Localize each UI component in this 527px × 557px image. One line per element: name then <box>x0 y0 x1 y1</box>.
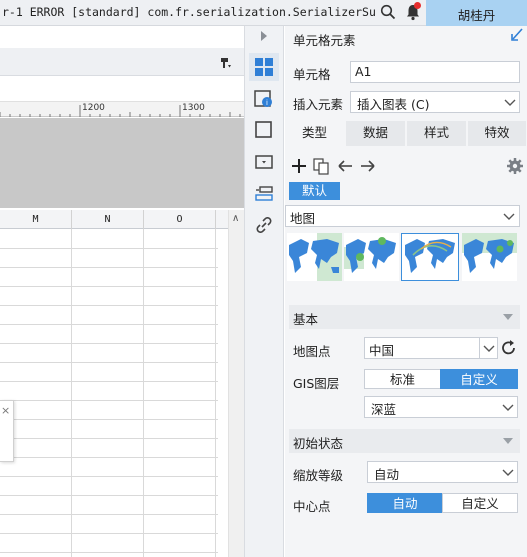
canvas-margin <box>0 118 244 208</box>
gis-style-value: 深蓝 <box>371 402 397 417</box>
move-right-icon[interactable] <box>359 157 377 175</box>
section-init-header[interactable]: 初始状态 <box>289 429 520 453</box>
map-thumbnail-point[interactable] <box>344 233 399 281</box>
section-init-title: 初始状态 <box>293 436 344 451</box>
map-point-dropdown[interactable]: 中国 <box>364 337 498 359</box>
chart-type-dropdown[interactable]: 地图 <box>285 205 520 227</box>
map-point-value: 中国 <box>369 343 395 358</box>
tab-data[interactable]: 数据 <box>346 121 406 146</box>
chevron-down-icon <box>504 99 516 106</box>
zoom-label: 缩放等级 <box>293 468 344 483</box>
map-thumbnail-flow[interactable] <box>401 233 459 281</box>
column-header-n[interactable]: N <box>72 210 144 229</box>
collapse-arrow-icon <box>503 438 513 444</box>
cell-input[interactable]: A1 <box>350 61 520 83</box>
map-thumbnail-heat[interactable] <box>462 233 517 281</box>
section-basic-title: 基本 <box>293 312 319 327</box>
tab-style[interactable]: 样式 <box>407 121 467 146</box>
grid-line <box>143 229 144 557</box>
gis-style-dropdown[interactable]: 深蓝 <box>364 396 518 418</box>
grid-line <box>71 229 72 557</box>
tab-type[interactable]: 类型 <box>285 121 345 146</box>
dropdown-divider <box>479 338 480 358</box>
chevron-down-icon <box>503 213 515 220</box>
error-message[interactable]: r-1 ERROR [standard] com.fr.serializatio… <box>2 5 376 19</box>
ruler-label: 1300 <box>182 103 205 113</box>
zoom-value: 自动 <box>374 467 400 482</box>
grid-line <box>0 324 218 325</box>
chevron-down-icon <box>502 469 514 476</box>
center-auto-option[interactable]: 自动 <box>367 493 443 513</box>
add-icon[interactable] <box>290 157 308 175</box>
gis-standard-option[interactable]: 标准 <box>364 369 441 389</box>
condition-icon[interactable] <box>252 182 276 206</box>
column-header-m[interactable]: M <box>0 210 72 229</box>
svg-text:i: i <box>266 99 268 107</box>
zoom-dropdown[interactable]: 自动 <box>367 461 518 483</box>
chart-tab-default[interactable]: 默认 <box>289 182 340 200</box>
ruler-ticks <box>0 105 241 117</box>
grid-line <box>0 286 218 287</box>
user-menu[interactable]: 胡桂丹 <box>426 0 527 26</box>
expand-arrow-icon[interactable] <box>259 30 269 42</box>
notification-badge <box>414 2 421 9</box>
column-header-o[interactable]: O <box>144 210 216 229</box>
tab-effect[interactable]: 特效 <box>468 121 527 146</box>
insert-element-dropdown[interactable]: 插入图表 (C) <box>350 91 520 113</box>
grid-line <box>0 343 218 344</box>
map-point-label: 地图点 <box>293 344 331 359</box>
grid-line <box>0 476 218 477</box>
chart-type-value: 地图 <box>290 211 316 226</box>
format-painter-icon[interactable] <box>220 57 232 69</box>
refresh-icon[interactable] <box>501 339 517 357</box>
chevron-down-icon <box>502 404 514 411</box>
search-icon[interactable] <box>380 4 396 20</box>
cell-element-icon[interactable] <box>252 55 276 79</box>
move-left-icon[interactable] <box>336 157 354 175</box>
insert-label: 插入元素 <box>293 97 344 112</box>
grid-line <box>0 381 218 382</box>
grid-line <box>0 533 218 534</box>
grid-line <box>0 419 218 420</box>
ruler-label: 1200 <box>82 103 105 113</box>
border-icon[interactable] <box>252 118 276 142</box>
gear-icon[interactable] <box>506 157 524 175</box>
grid-line <box>0 305 218 306</box>
insert-value: 插入图表 (C) <box>357 97 430 112</box>
gis-custom-option[interactable]: 自定义 <box>440 369 518 389</box>
grid-line <box>0 552 218 553</box>
collapse-panel-icon[interactable] <box>511 28 523 42</box>
user-name: 胡桂丹 <box>457 8 496 23</box>
grid-line <box>0 362 218 363</box>
grid-line <box>0 495 218 496</box>
grid-line <box>0 267 218 268</box>
gis-layer-label: GIS图层 <box>293 376 340 391</box>
copy-icon[interactable] <box>312 157 330 175</box>
section-basic-header[interactable]: 基本 <box>289 305 520 329</box>
grid-line <box>0 248 218 249</box>
grid-line <box>0 400 218 401</box>
cell-attribute-icon[interactable]: i <box>252 87 276 111</box>
spreadsheet-grid[interactable] <box>0 229 218 557</box>
collapse-arrow-icon <box>503 314 513 320</box>
vertical-scrollbar[interactable] <box>228 210 244 557</box>
scroll-up-arrow-icon[interactable]: ∧ <box>232 213 239 224</box>
center-custom-option[interactable]: 自定义 <box>442 493 518 513</box>
panel-title: 单元格元素 <box>293 33 356 48</box>
grid-line <box>0 438 218 439</box>
chevron-down-icon <box>483 345 495 352</box>
cell-label: 单元格 <box>293 67 331 82</box>
cell-value: A1 <box>355 64 372 79</box>
close-icon[interactable]: × <box>1 404 10 417</box>
map-thumbnail-area[interactable] <box>287 233 342 281</box>
column-header-row: M N O <box>0 210 228 229</box>
widget-icon[interactable] <box>252 150 276 174</box>
grid-line <box>215 229 216 557</box>
horizontal-ruler: 1200 1300 <box>0 101 244 117</box>
hyperlink-icon[interactable] <box>252 213 276 237</box>
grid-line <box>0 514 218 515</box>
grid-line <box>0 457 218 458</box>
editor-toolbar <box>0 48 244 76</box>
center-label: 中心点 <box>293 499 331 514</box>
